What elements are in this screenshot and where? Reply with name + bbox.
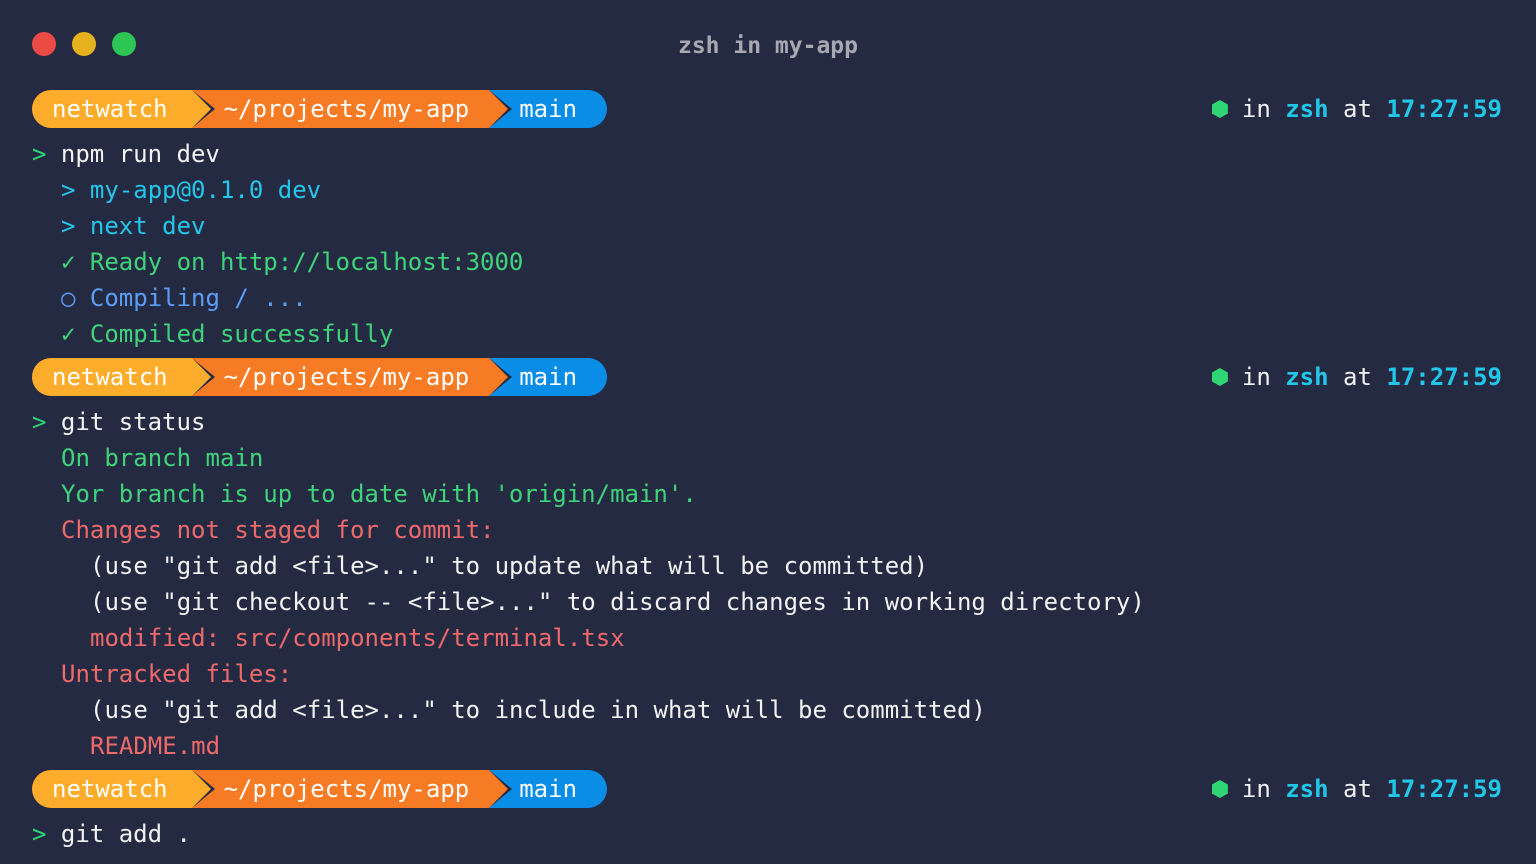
hexagon-icon <box>1211 780 1228 798</box>
output-line: ○ Compiling / ... <box>61 284 307 312</box>
output-line: (use "git checkout -- <file>..." to disc… <box>90 588 1145 616</box>
shell-name: zsh <box>1285 363 1329 391</box>
prompt-time: 17:27:59 <box>1386 95 1502 123</box>
prompt-user-segment: netwatch <box>32 770 211 808</box>
output-line: (use "git add <file>..." to update what … <box>90 552 929 580</box>
output-line: > my-app@0.1.0 dev <box>61 176 322 204</box>
output-line: ✓ Ready on http://localhost:3000 <box>61 248 524 276</box>
prompt-right-info: in zsh at 17:27:59 <box>1211 90 1502 128</box>
output-line: Yor branch is up to date with 'origin/ma… <box>61 480 697 508</box>
in-label: in <box>1241 95 1271 123</box>
command-text: git add . <box>60 820 191 848</box>
prompt-path-segment: ~/projects/my-app <box>191 358 508 396</box>
output-line: Untracked files: <box>61 660 293 688</box>
prompt-right-info: in zsh at 17:27:59 <box>1211 770 1502 808</box>
hexagon-icon <box>1211 100 1228 118</box>
command-line: > npm run dev <box>0 136 1536 172</box>
output-line: modified: src/components/terminal.tsx <box>90 624 625 652</box>
output-line: Changes not staged for commit: <box>61 516 495 544</box>
prompt-time: 17:27:59 <box>1386 363 1502 391</box>
terminal-window: zsh in my-app netwatch ~/projects/my-app… <box>0 0 1536 864</box>
prompt-time: 17:27:59 <box>1386 775 1502 803</box>
in-label: in <box>1241 775 1271 803</box>
prompt-path-segment: ~/projects/my-app <box>191 90 508 128</box>
in-label: in <box>1241 363 1271 391</box>
at-label: at <box>1343 775 1372 803</box>
output-line: On branch main <box>61 444 264 472</box>
window-title: zsh in my-app <box>677 33 858 59</box>
prompt-user-segment: netwatch <box>32 358 211 396</box>
prompt-path-segment: ~/projects/my-app <box>191 770 508 808</box>
prompt-segments: netwatch ~/projects/my-app main <box>32 90 608 128</box>
prompt-user-segment: netwatch <box>32 90 211 128</box>
command-line[interactable]: > git add . <box>0 816 1536 852</box>
shell-name: zsh <box>1285 95 1329 123</box>
command-text: git status <box>60 408 206 436</box>
hexagon-icon <box>1211 368 1228 386</box>
output-line: (use "git add <file>..." to include in w… <box>90 696 986 724</box>
output-line: > next dev <box>61 212 206 240</box>
prompt-caret: > <box>32 820 47 848</box>
prompt-right-info: in zsh at 17:27:59 <box>1211 358 1502 396</box>
prompt-segments: netwatch ~/projects/my-app main <box>32 358 608 396</box>
terminal-output[interactable]: netwatch ~/projects/my-app main in zsh a… <box>0 90 1536 852</box>
output-line: ✓ Compiled successfully <box>61 320 394 348</box>
prompt-line: netwatch ~/projects/my-app main in zsh a… <box>0 90 1536 128</box>
prompt-line: netwatch ~/projects/my-app main in zsh a… <box>0 770 1536 808</box>
shell-name: zsh <box>1285 775 1329 803</box>
output-line: README.md <box>90 732 221 760</box>
prompt-line: netwatch ~/projects/my-app main in zsh a… <box>0 358 1536 396</box>
at-label: at <box>1343 363 1372 391</box>
command-line: > git status <box>0 404 1536 440</box>
prompt-segments: netwatch ~/projects/my-app main <box>32 770 608 808</box>
at-label: at <box>1343 95 1372 123</box>
title-bar: zsh in my-app <box>0 0 1536 90</box>
prompt-caret: > <box>32 408 47 436</box>
prompt-caret: > <box>32 140 47 168</box>
command-text: npm run dev <box>60 140 220 168</box>
